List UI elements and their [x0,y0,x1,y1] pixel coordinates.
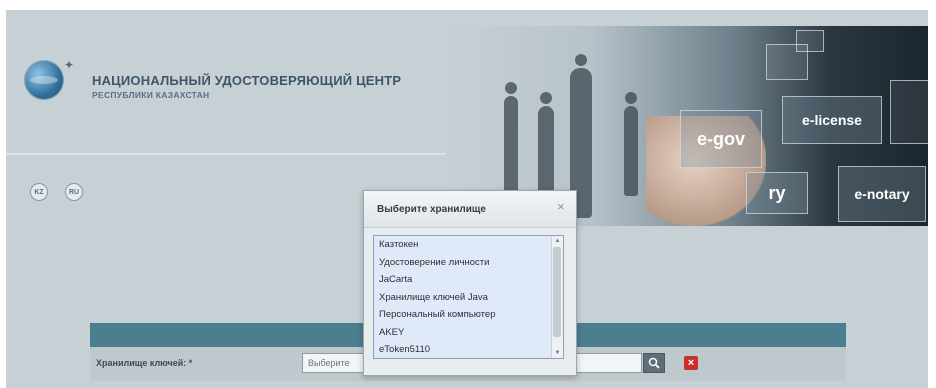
storage-select-dialog: Выберите хранилище × Казтокен Удостовере… [363,190,577,376]
banner-tile [796,30,824,52]
banner-tile-ry: ry [746,172,808,214]
scroll-thumb[interactable] [553,247,561,337]
star-icon: ✦ [64,58,75,72]
brand-subtitle: РЕСПУБЛИКИ КАЗАХСТАН [92,90,210,100]
storage-option-id-card[interactable]: Удостоверение личности [374,254,552,272]
banner-tile [890,80,928,144]
search-button[interactable] [643,353,665,373]
dialog-close-button[interactable]: × [557,200,565,213]
key-storage-label: Хранилище ключей: * [96,358,193,368]
storage-options: Казтокен Удостоверение личности JaCarta … [374,236,552,358]
close-icon: × [687,356,695,369]
storage-option-java-keystore[interactable]: Хранилище ключей Java [374,289,552,307]
clear-button[interactable]: × [684,356,698,370]
language-kz-button[interactable]: KZ [30,183,48,201]
scroll-up-icon[interactable]: ▲ [552,236,563,246]
banner-tile-license: e-license [782,96,882,144]
search-icon [648,357,660,369]
scroll-down-icon[interactable]: ▼ [552,348,563,358]
banner-tile-notary: e-notary [838,166,926,222]
banner-tile-gov: e-gov [680,110,762,168]
listbox-scrollbar[interactable]: ▲ ▼ [551,236,563,358]
dialog-title: Выберите хранилище [377,204,486,215]
dialog-header: Выберите хранилище × [364,191,576,228]
storage-listbox[interactable]: Казтокен Удостоверение личности JaCarta … [373,235,564,359]
person-silhouette [624,92,638,196]
storage-option-personal-computer[interactable]: Персональный компьютер [374,306,552,324]
globe-icon [24,60,64,100]
brand-title: НАЦИОНАЛЬНЫЙ УДОСТОВЕРЯЮЩИЙ ЦЕНТР [92,73,402,88]
storage-option-kaztoken[interactable]: Казтокен [374,236,552,254]
storage-option-etoken[interactable]: eToken5110 [374,341,552,358]
storage-option-jacarta[interactable]: JaCarta [374,271,552,289]
storage-option-akey[interactable]: AKEY [374,324,552,342]
language-ru-button[interactable]: RU [65,183,83,201]
page: ✦ НАЦИОНАЛЬНЫЙ УДОСТОВЕРЯЮЩИЙ ЦЕНТР РЕСП… [6,10,928,388]
